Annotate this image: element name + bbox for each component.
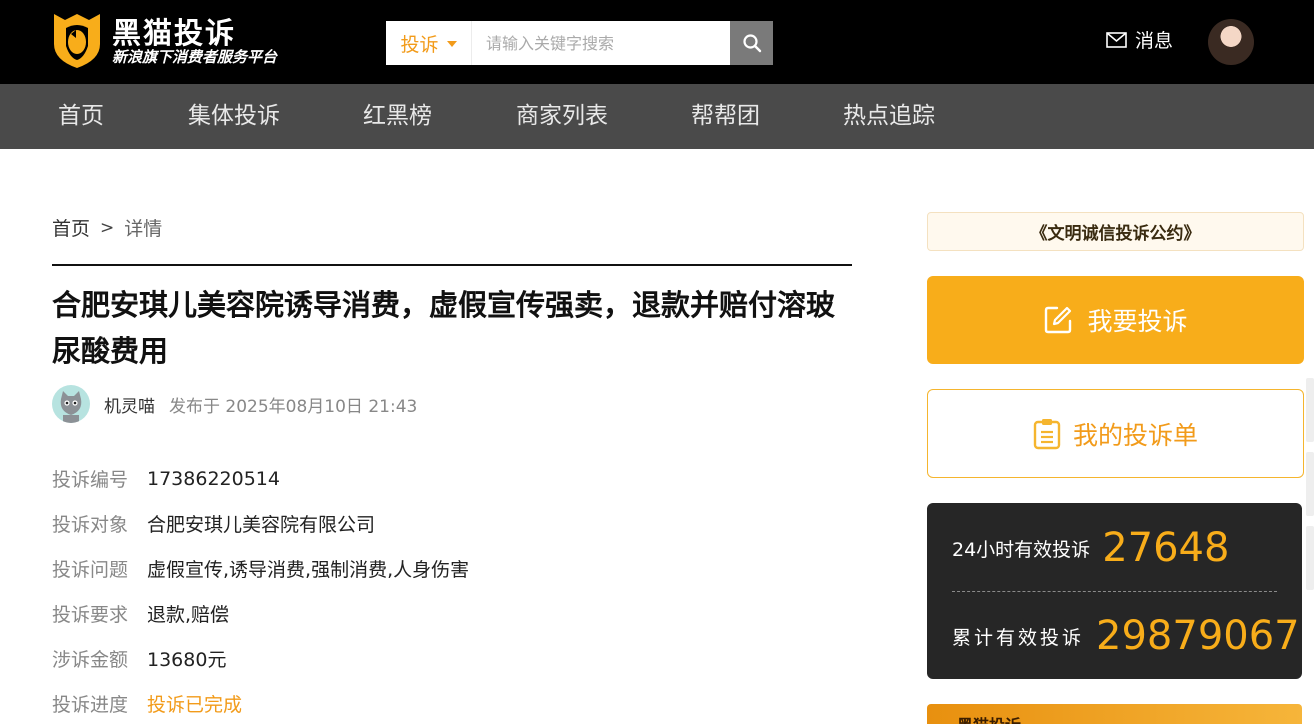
- banner-text: 黑猫投诉: [957, 712, 1021, 724]
- info-label: 投诉问题: [52, 559, 129, 581]
- site-logo[interactable]: 黑猫投诉 新浪旗下消费者服务平台: [50, 8, 330, 72]
- author-avatar[interactable]: [52, 385, 90, 423]
- search-button[interactable]: [730, 21, 773, 65]
- info-label: 投诉进度: [52, 694, 129, 716]
- clipboard-icon: [1033, 418, 1061, 449]
- nav-item-home[interactable]: 首页: [58, 84, 104, 149]
- info-label: 涉诉金额: [52, 649, 129, 671]
- side-scroll-strip: [1306, 378, 1314, 678]
- stat-24h-value: 27648: [1102, 525, 1230, 571]
- title-divider: [52, 264, 852, 266]
- stat-total: 累计有效投诉 29879067: [952, 613, 1300, 659]
- stats-divider: [952, 591, 1277, 592]
- cat-avatar-icon: [60, 391, 82, 423]
- info-row-number: 投诉编号 17386220514: [52, 456, 469, 501]
- messages-label: 消息: [1135, 30, 1174, 52]
- top-header: 黑猫投诉 新浪旗下消费者服务平台 投诉 消息: [0, 0, 1314, 84]
- main-nav: 首页 集体投诉 红黑榜 商家列表 帮帮团 热点追踪: [0, 84, 1314, 149]
- breadcrumb: 首页 > 详情: [52, 214, 162, 241]
- nav-item-red-black-list[interactable]: 红黑榜: [363, 84, 432, 149]
- status-badge: 投诉已完成: [147, 694, 243, 716]
- user-avatar[interactable]: [1208, 19, 1254, 65]
- search-icon: [742, 34, 761, 53]
- info-row-target: 投诉对象 合肥安琪儿美容院有限公司: [52, 501, 469, 546]
- messages-link[interactable]: 消息: [1106, 26, 1173, 53]
- info-row-progress: 投诉进度 投诉已完成: [52, 681, 469, 724]
- info-label: 投诉对象: [52, 514, 129, 536]
- nav-item-hot-tracking[interactable]: 热点追踪: [843, 84, 935, 149]
- info-value: 13680元: [147, 649, 227, 671]
- info-value: 17386220514: [147, 467, 280, 490]
- civility-pact-link[interactable]: 《文明诚信投诉公约》: [927, 212, 1304, 251]
- breadcrumb-home[interactable]: 首页: [52, 214, 90, 241]
- breadcrumb-current: 详情: [124, 218, 163, 240]
- stat-24h-label: 24小时有效投诉: [952, 538, 1091, 561]
- stat-total-value: 29879067: [1096, 613, 1300, 659]
- complaint-stats-panel: 24小时有效投诉 27648 累计有效投诉 29879067: [927, 503, 1302, 679]
- author-name[interactable]: 机灵喵: [104, 392, 155, 417]
- my-complaints-button[interactable]: 我的投诉单: [927, 389, 1304, 478]
- info-row-request: 投诉要求 退款,赔偿: [52, 591, 469, 636]
- page-title: 合肥安琪儿美容院诱导消费，虚假宣传强卖，退款并赔付溶玻尿酸费用: [52, 288, 836, 368]
- edit-icon: [1045, 306, 1072, 334]
- strip-segment: [1306, 526, 1314, 590]
- publish-date: 发布于 2025年08月10日 21:43: [169, 396, 418, 417]
- strip-segment: [1306, 378, 1314, 442]
- stat-total-label: 累计有效投诉: [952, 626, 1085, 649]
- my-complaints-label: 我的投诉单: [1072, 420, 1198, 450]
- caret-down-icon: [446, 41, 457, 47]
- nav-item-group-complaints[interactable]: 集体投诉: [188, 84, 280, 149]
- nav-item-merchant-list[interactable]: 商家列表: [516, 84, 608, 149]
- breadcrumb-separator: >: [100, 217, 115, 238]
- info-value[interactable]: 合肥安琪儿美容院有限公司: [147, 510, 375, 537]
- complaint-info-list: 投诉编号 17386220514 投诉对象 合肥安琪儿美容院有限公司 投诉问题 …: [52, 456, 469, 724]
- author-line: 机灵喵 发布于 2025年08月10日 21:43: [52, 385, 417, 423]
- logo-subtitle: 新浪旗下消费者服务平台: [112, 48, 278, 66]
- search-bar: 投诉: [386, 21, 773, 65]
- stat-24h: 24小时有效投诉 27648: [952, 525, 1229, 571]
- mail-icon: [1106, 31, 1127, 48]
- info-value: 虚假宣传,诱导消费,强制消费,人身伤害: [147, 559, 470, 581]
- info-label: 投诉编号: [52, 469, 129, 491]
- info-row-amount: 涉诉金额 13680元: [52, 636, 469, 681]
- cat-shield-icon: [54, 14, 100, 68]
- info-row-issue: 投诉问题 虚假宣传,诱导消费,强制消费,人身伤害: [52, 546, 469, 591]
- info-label: 投诉要求: [52, 604, 129, 626]
- file-complaint-button[interactable]: 我要投诉: [927, 276, 1304, 364]
- info-value: 退款,赔偿: [147, 604, 230, 626]
- search-type-dropdown[interactable]: 投诉: [386, 21, 472, 65]
- strip-segment: [1306, 452, 1314, 516]
- nav-item-help-group[interactable]: 帮帮团: [691, 84, 760, 149]
- promo-banner[interactable]: 黑猫投诉: [927, 704, 1302, 724]
- search-type-label: 投诉: [400, 33, 439, 56]
- file-complaint-label: 我要投诉: [1087, 307, 1188, 336]
- search-input[interactable]: [472, 21, 730, 65]
